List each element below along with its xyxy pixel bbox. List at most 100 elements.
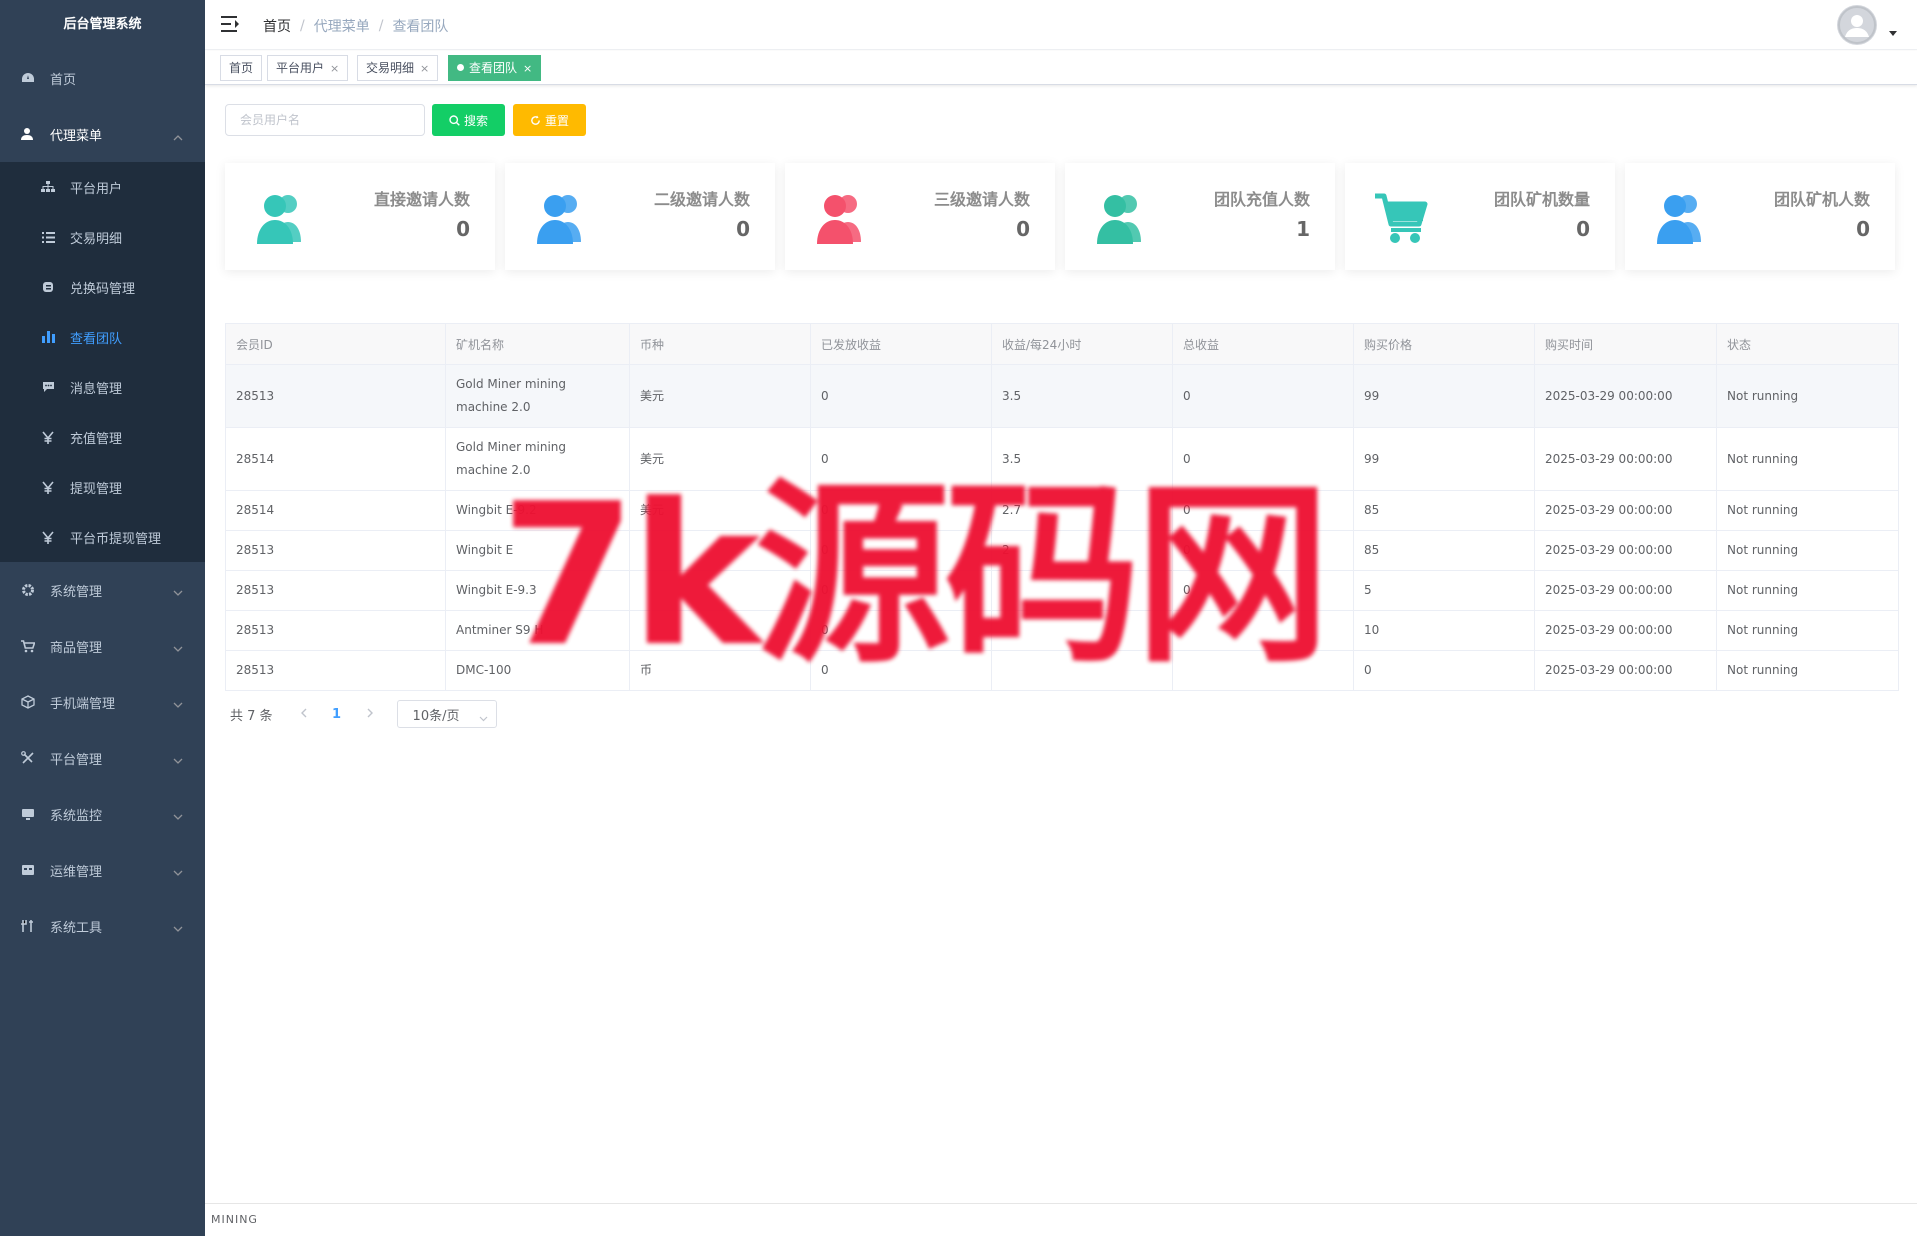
sidebar-item-label: 平台用户 xyxy=(70,181,123,197)
reset-button-label: 重置 xyxy=(544,113,569,128)
table-cell: 5 xyxy=(1353,570,1535,611)
sidebar-item-platform[interactable]: 平台管理 xyxy=(0,730,205,786)
chevron-down-icon xyxy=(173,922,183,937)
table-cell: Not running xyxy=(1716,364,1899,428)
chevron-down-icon xyxy=(173,642,183,657)
table-cell: 10 xyxy=(1353,610,1535,651)
stat-card-team-miner-count[interactable]: 团队矿机数量 0 xyxy=(1345,163,1615,270)
search-button[interactable]: 搜索 xyxy=(432,104,505,136)
table-row[interactable]: 28513 Gold Miner mining machine 2.0 美元 0… xyxy=(225,364,1899,428)
sidebar-item-withdraw[interactable]: 提现管理 xyxy=(0,462,205,512)
tags-view: 首页 平台用户 × 交易明细 × 查看团队 × xyxy=(205,51,1917,85)
breadcrumb-home[interactable]: 首页 xyxy=(263,16,291,36)
sidebar-item-platform-users[interactable]: 平台用户 xyxy=(0,162,205,212)
caret-down-icon[interactable] xyxy=(1889,31,1897,36)
stat-card-direct-invites[interactable]: 直接邀请人数 0 xyxy=(225,163,495,270)
tag-label: 平台用户 xyxy=(276,61,325,75)
chevron-down-icon xyxy=(173,810,183,825)
table-cell: Not running xyxy=(1716,650,1899,691)
close-icon[interactable]: × xyxy=(330,62,339,75)
table-cell: 0 xyxy=(1353,650,1535,691)
bar-chart-icon xyxy=(40,329,56,345)
stat-card-value: 0 xyxy=(456,217,470,241)
people-icon xyxy=(1653,190,1709,246)
sidebar-item-messages[interactable]: 消息管理 xyxy=(0,362,205,412)
stat-card-title: 直接邀请人数 xyxy=(373,190,470,209)
tools-icon xyxy=(20,750,36,766)
sidebar: 后台管理系统 首页 代理菜单 平台用户 交易明细 兑换码管理 查看团队 消息管理… xyxy=(0,0,205,1236)
sidebar-item-label: 消息管理 xyxy=(70,381,123,397)
sidebar-item-label: 充值管理 xyxy=(70,431,123,447)
stat-card-second-level-invites[interactable]: 二级邀请人数 0 xyxy=(505,163,775,270)
column-header: 总收益 xyxy=(1172,323,1354,365)
close-icon[interactable]: × xyxy=(420,62,429,75)
column-header: 已发放收益 xyxy=(810,323,992,365)
stat-card-title: 三级邀请人数 xyxy=(933,190,1030,209)
table-cell: Gold Miner mining machine 2.0 xyxy=(445,364,630,428)
stat-card-team-miner-users[interactable]: 团队矿机人数 0 xyxy=(1625,163,1895,270)
table-cell: 28514 xyxy=(225,427,446,491)
avatar[interactable] xyxy=(1837,5,1877,45)
stat-card-value: 0 xyxy=(736,217,750,241)
sidebar-item-platform-coin-withdraw[interactable]: 平台币提现管理 xyxy=(0,512,205,562)
table-cell: 2025-03-29 00:00:00 xyxy=(1534,364,1717,428)
breadcrumb-current: 查看团队 xyxy=(392,19,449,35)
server-icon xyxy=(20,862,36,878)
sidebar-item-label: 提现管理 xyxy=(70,481,123,497)
sidebar-item-redeem-codes[interactable]: 兑换码管理 xyxy=(0,262,205,312)
sidebar-item-label: 平台管理 xyxy=(50,752,103,768)
dashboard-icon xyxy=(20,70,36,86)
table-cell: Not running xyxy=(1716,610,1899,651)
sidebar-item-recharge[interactable]: 充值管理 xyxy=(0,412,205,462)
sidebar-item-label: 系统管理 xyxy=(50,584,103,600)
stat-card-team-recharge-users[interactable]: 团队充值人数 1 xyxy=(1065,163,1335,270)
page-size-select[interactable]: 10条/页 xyxy=(396,700,497,728)
refresh-icon xyxy=(531,115,540,125)
sidebar-item-system[interactable]: 系统管理 xyxy=(0,562,205,618)
search-icon xyxy=(449,114,460,126)
pagination-page[interactable]: 1 xyxy=(319,707,355,722)
code-icon xyxy=(40,279,56,295)
table-cell: 3.5 xyxy=(991,364,1173,428)
sidebar-item-label: 系统工具 xyxy=(50,920,103,936)
table-header: 会员ID 矿机名称 币种 已发放收益 收益/每24小时 总收益 购买价格 购买时… xyxy=(225,323,1899,365)
table-cell: 99 xyxy=(1353,364,1535,428)
hamburger-icon[interactable] xyxy=(221,15,241,33)
sidebar-item-mobile[interactable]: 手机端管理 xyxy=(0,674,205,730)
monitor-icon xyxy=(20,806,36,822)
gear-icon xyxy=(20,582,36,598)
sidebar-item-ops[interactable]: 运维管理 xyxy=(0,842,205,898)
table-cell: 28513 xyxy=(225,530,446,571)
watermark: 7k源码网 xyxy=(500,462,1331,690)
table-cell: 2025-03-29 00:00:00 xyxy=(1534,427,1717,491)
reset-button[interactable]: 重置 xyxy=(513,104,586,136)
sidebar-item-products[interactable]: 商品管理 xyxy=(0,618,205,674)
sidebar-item-label: 系统监控 xyxy=(50,808,103,824)
wrench-icon xyxy=(20,918,36,934)
chevron-left-icon[interactable] xyxy=(289,707,319,722)
active-dot-icon xyxy=(457,64,464,71)
sidebar-item-transactions[interactable]: 交易明细 xyxy=(0,212,205,262)
chevron-right-icon[interactable] xyxy=(355,707,385,722)
tag-home[interactable]: 首页 xyxy=(220,55,263,81)
tag-platform-users[interactable]: 平台用户 × xyxy=(267,55,349,81)
table-cell: 28513 xyxy=(225,364,446,428)
table-cell: Not running xyxy=(1716,570,1899,611)
table-cell: 85 xyxy=(1353,530,1535,571)
chevron-down-icon xyxy=(173,698,183,713)
sidebar-item-monitor[interactable]: 系统监控 xyxy=(0,786,205,842)
stat-card-third-level-invites[interactable]: 三级邀请人数 0 xyxy=(785,163,1055,270)
sidebar-item-view-team[interactable]: 查看团队 xyxy=(0,312,205,362)
tag-view-team[interactable]: 查看团队 × xyxy=(448,55,542,81)
tag-transactions[interactable]: 交易明细 × xyxy=(357,55,439,81)
sidebar-item-agent-menu[interactable]: 代理菜单 xyxy=(0,106,205,162)
close-icon[interactable]: × xyxy=(523,62,532,75)
message-icon xyxy=(40,379,56,395)
sidebar-item-tools[interactable]: 系统工具 xyxy=(0,898,205,954)
stat-card-value: 0 xyxy=(1016,217,1030,241)
sidebar-item-home[interactable]: 首页 xyxy=(0,50,205,106)
member-username-input[interactable] xyxy=(225,104,425,136)
chevron-down-icon xyxy=(173,586,183,601)
search-button-label: 搜索 xyxy=(463,113,488,128)
yen-icon xyxy=(40,529,56,545)
